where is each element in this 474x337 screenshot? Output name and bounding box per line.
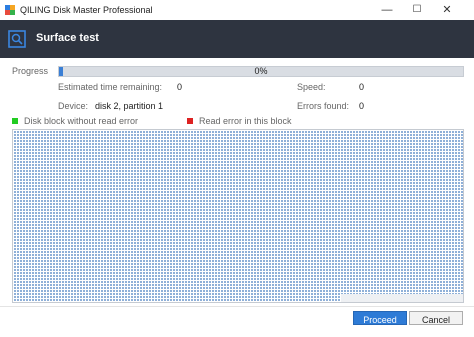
progress-percent: 0% <box>254 66 268 76</box>
error-block-legend-swatch <box>187 118 193 124</box>
footer-divider <box>0 306 474 307</box>
disk-block-map <box>12 129 464 303</box>
ok-block-legend-label: Disk block without read error <box>24 116 139 126</box>
errors-found-value: 0 <box>359 101 365 111</box>
ok-block-legend-swatch <box>12 118 18 124</box>
speed-label: Speed: <box>297 82 326 92</box>
device-label: Device: <box>58 101 89 111</box>
block-map-empty-tail <box>341 294 463 302</box>
disk-block-cells <box>13 130 463 302</box>
progress-bar: 0% <box>58 66 464 77</box>
page-title: Surface test <box>36 32 99 44</box>
minimize-button[interactable]: — <box>372 0 402 20</box>
progress-label: Progress <box>12 66 49 76</box>
proceed-button[interactable]: Proceed <box>353 311 407 325</box>
cancel-button[interactable]: Cancel <box>409 311 463 325</box>
speed-value: 0 <box>359 82 365 92</box>
surface-test-icon <box>8 30 26 48</box>
window-title: QILING Disk Master Professional <box>20 5 153 15</box>
title-bar: QILING Disk Master Professional — ☐ ✕ <box>0 0 474 21</box>
error-block-legend-label: Read error in this block <box>199 116 292 126</box>
estimated-time-value: 0 <box>177 82 183 92</box>
device-value: disk 2, partition 1 <box>95 101 164 111</box>
maximize-button[interactable]: ☐ <box>402 0 432 20</box>
estimated-time-label: Estimated time remaining: <box>58 82 163 92</box>
app-logo-icon <box>5 5 15 15</box>
errors-found-label: Errors found: <box>297 101 350 111</box>
close-button[interactable]: ✕ <box>432 0 462 20</box>
page-header: Surface test <box>0 20 474 58</box>
